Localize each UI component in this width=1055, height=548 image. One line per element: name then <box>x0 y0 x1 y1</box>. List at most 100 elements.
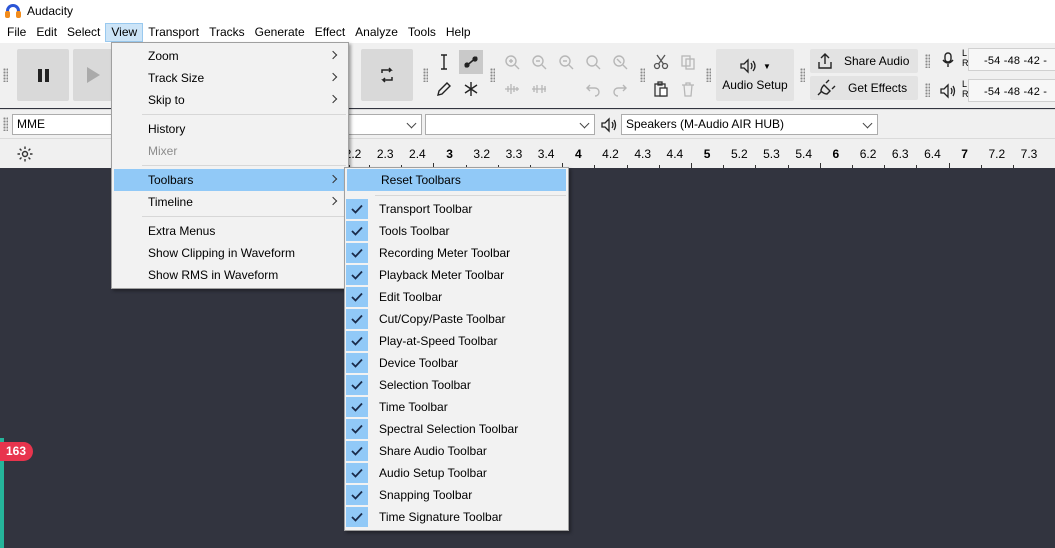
menu-item-label: Extra Menus <box>148 224 216 238</box>
view-menu-item-zoom[interactable]: Zoom <box>114 45 346 67</box>
view-menu-item-mixer: Mixer <box>114 140 346 162</box>
toolbar-toggle-transport-toolbar[interactable]: Transport Toolbar <box>345 198 566 220</box>
audio-host-select[interactable]: MME <box>12 114 112 135</box>
playback-device-select[interactable]: Speakers (M-Audio AIR HUB) <box>621 114 878 135</box>
envelope-tool-button[interactable] <box>459 50 483 74</box>
view-menu-item-show-clipping-in-waveform[interactable]: Show Clipping in Waveform <box>114 242 346 264</box>
menu-item-label: Mixer <box>148 144 178 158</box>
audio-setup-toolbar-grip[interactable] <box>706 68 711 82</box>
menu-help[interactable]: Help <box>441 23 476 42</box>
toolbar-toggle-share-audio-toolbar[interactable]: Share Audio Toolbar <box>345 440 566 462</box>
playback-meter[interactable]: -54 -48 -42 - <box>968 79 1055 102</box>
share-audio-button[interactable]: Share Audio <box>810 49 918 73</box>
undo-button[interactable] <box>581 77 605 101</box>
device-toolbar-grip[interactable] <box>3 117 8 131</box>
menu-item-label: Toolbars <box>148 173 194 187</box>
view-menu-item-extra-menus[interactable]: Extra Menus <box>114 220 346 242</box>
view-menu-item-skip-to[interactable]: Skip to <box>114 89 346 111</box>
play-button[interactable] <box>73 49 113 101</box>
view-menu-item-show-rms-in-waveform[interactable]: Show RMS in Waveform <box>114 264 346 286</box>
multi-tool-button[interactable] <box>459 77 483 101</box>
menu-item-label: Selection Toolbar <box>379 378 471 392</box>
ruler-tick-label: 3.2 <box>473 147 491 161</box>
record-meter-button[interactable] <box>936 48 960 72</box>
playback-meter-button[interactable] <box>936 79 960 103</box>
tools-toolbar-grip[interactable] <box>423 68 428 82</box>
toolbar-toggle-playback-meter-toolbar[interactable]: Playback Meter Toolbar <box>345 264 566 286</box>
toolbar-toggle-device-toolbar[interactable]: Device Toolbar <box>345 352 566 374</box>
toolbar-toggle-spectral-selection-toolbar[interactable]: Spectral Selection Toolbar <box>345 418 566 440</box>
zoom-out-button[interactable] <box>527 50 551 74</box>
menu-select[interactable]: Select <box>62 23 105 42</box>
menu-view[interactable]: View <box>105 23 144 42</box>
toolbar-toggle-snapping-toolbar[interactable]: Snapping Toolbar <box>345 484 566 506</box>
view-menu-item-toolbars[interactable]: Toolbars <box>114 169 346 191</box>
view-menu-item-track-size[interactable]: Track Size <box>114 67 346 89</box>
checkmark-icon <box>346 507 368 527</box>
delete-button[interactable] <box>676 77 700 101</box>
view-menu-item-timeline[interactable]: Timeline <box>114 191 346 213</box>
get-effects-button[interactable]: Get Effects <box>810 76 918 100</box>
toolbar-toggle-tools-toolbar[interactable]: Tools Toolbar <box>345 220 566 242</box>
toolbar-toggle-play-at-speed-toolbar[interactable]: Play-at-Speed Toolbar <box>345 330 566 352</box>
audio-host-value: MME <box>17 117 45 131</box>
toolbar-toggle-time-toolbar[interactable]: Time Toolbar <box>345 396 566 418</box>
cut-button[interactable] <box>649 50 673 74</box>
notification-badge: 163 <box>0 442 34 461</box>
playback-meter-grip[interactable] <box>925 83 930 97</box>
zoom-toggle-button[interactable] <box>608 50 632 74</box>
redo-button[interactable] <box>608 77 632 101</box>
menu-tools[interactable]: Tools <box>403 23 441 42</box>
menu-effect[interactable]: Effect <box>310 23 350 42</box>
pause-button[interactable] <box>17 49 69 101</box>
undo-icon <box>586 84 600 97</box>
menu-file[interactable]: File <box>2 23 31 42</box>
recording-device-select[interactable] <box>340 114 422 135</box>
silence-audio-button[interactable] <box>527 77 551 101</box>
selection-tool-button[interactable] <box>432 50 456 74</box>
menu-separator <box>142 114 346 115</box>
transport-toolbar-grip[interactable] <box>3 68 8 82</box>
ruler-tick-label: 2.4 <box>409 147 426 161</box>
ruler-tick-label: 7 <box>961 147 968 161</box>
toolbar-toggle-cut-copy-paste-toolbar[interactable]: Cut/Copy/Paste Toolbar <box>345 308 566 330</box>
trim-audio-button[interactable] <box>500 77 524 101</box>
draw-tool-button[interactable] <box>432 77 456 101</box>
cut-copy-paste-toolbar-grip[interactable] <box>640 68 645 82</box>
edit-toolbar-grip[interactable] <box>490 68 495 82</box>
speaker-icon <box>740 58 756 74</box>
toolbar-toggle-recording-meter-toolbar[interactable]: Recording Meter Toolbar <box>345 242 566 264</box>
zoom-in-button[interactable] <box>500 50 524 74</box>
loop-button[interactable] <box>361 49 413 101</box>
ruler-tick-label: 4.4 <box>666 147 684 161</box>
reset-toolbars-item[interactable]: Reset Toolbars <box>347 169 566 191</box>
fit-project-button[interactable] <box>581 50 605 74</box>
recording-meter-grip[interactable] <box>925 54 930 68</box>
ruler-tick-label: 2.3 <box>376 147 394 161</box>
copy-button[interactable] <box>676 50 700 74</box>
menu-edit[interactable]: Edit <box>31 23 62 42</box>
audio-setup-button[interactable]: ▼ Audio Setup <box>716 49 794 101</box>
checkmark-icon <box>346 485 368 505</box>
menu-item-label: Edit Toolbar <box>379 290 443 304</box>
meter-scale: -54 -48 -42 - <box>984 55 1048 67</box>
share-audio-toolbar-grip[interactable] <box>800 68 805 82</box>
toolbar-toggle-selection-toolbar[interactable]: Selection Toolbar <box>345 374 566 396</box>
toolbar-toggle-audio-setup-toolbar[interactable]: Audio Setup Toolbar <box>345 462 566 484</box>
chevron-right-icon <box>328 174 338 184</box>
toolbar-toggle-time-signature-toolbar[interactable]: Time Signature Toolbar <box>345 506 566 528</box>
recording-channels-select[interactable] <box>425 114 595 135</box>
view-menu-item-history[interactable]: History <box>114 118 346 140</box>
paste-button[interactable] <box>649 77 673 101</box>
menu-analyze[interactable]: Analyze <box>350 23 403 42</box>
fit-selection-button[interactable] <box>554 50 578 74</box>
menu-tracks[interactable]: Tracks <box>204 23 250 42</box>
toolbar-toggle-edit-toolbar[interactable]: Edit Toolbar <box>345 286 566 308</box>
recording-meter[interactable]: -54 -48 -42 - <box>968 48 1055 71</box>
ruler-tick-label: 6.2 <box>859 147 877 161</box>
ruler-tick-label: 4.3 <box>634 147 652 161</box>
cut-icon <box>653 54 669 70</box>
menu-generate[interactable]: Generate <box>250 23 310 42</box>
menu-transport[interactable]: Transport <box>143 23 204 42</box>
gear-icon[interactable] <box>16 145 34 163</box>
